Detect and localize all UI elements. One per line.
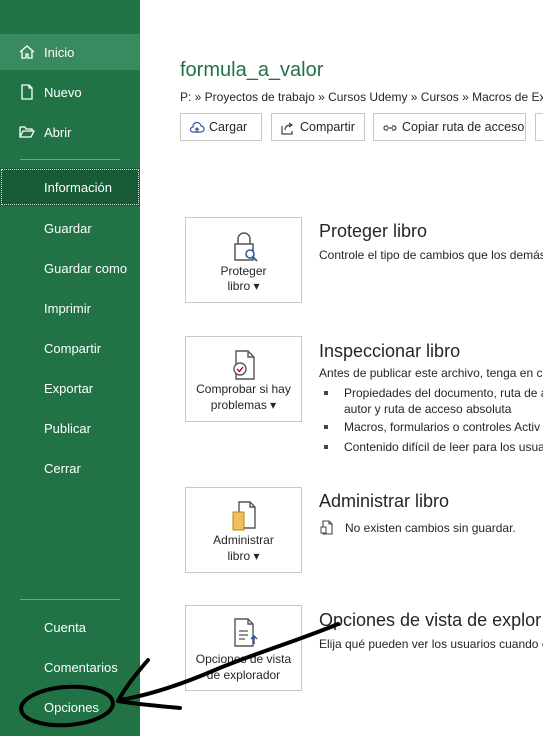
- bullet-dot: [324, 425, 328, 429]
- new-document-icon: [21, 84, 33, 100]
- check-issues-line1: Comprobar si hay: [196, 382, 291, 396]
- nav-publicar[interactable]: Publicar: [0, 410, 140, 446]
- bullet-dot: [324, 445, 328, 449]
- nav-opciones[interactable]: Opciones: [0, 689, 140, 725]
- sidebar-divider-bottom: [20, 599, 120, 600]
- copy-path-button[interactable]: Copiar ruta de acceso: [373, 113, 526, 141]
- manage-title: Administrar libro: [319, 491, 450, 511]
- nav-nuevo-label: Nuevo: [44, 84, 82, 100]
- manage-button-line2: libro ▾: [227, 549, 260, 563]
- backstage-sidebar: Inicio Nuevo Abrir Información Guardar G…: [0, 0, 140, 736]
- share-icon: [281, 122, 294, 135]
- nav-cuenta-label: Cuenta: [44, 619, 86, 635]
- manage-status: No existen cambios sin guardar.: [345, 521, 516, 535]
- bullet-text: Macros, formularios o controles Activ: [344, 420, 541, 434]
- bullet-text: autor y ruta de acceso absoluta: [344, 402, 512, 416]
- manage-workbook-button[interactable]: Administrar libro ▾: [185, 487, 302, 573]
- inspect-description: Antes de publicar este archivo, tenga en…: [319, 366, 543, 380]
- nav-inicio[interactable]: Inicio: [0, 34, 140, 70]
- browser-title: Opciones de vista de explor: [319, 610, 542, 630]
- lock-search-icon: [234, 232, 258, 262]
- nav-imprimir-label: Imprimir: [44, 300, 91, 316]
- sidebar-divider: [20, 159, 120, 160]
- document-title: formula_a_valor: [180, 59, 324, 81]
- home-icon: [19, 45, 35, 59]
- nav-abrir-label: Abrir: [44, 124, 72, 140]
- protect-title: Proteger libro: [319, 221, 428, 241]
- nav-guardar-como-label: Guardar como: [44, 260, 128, 276]
- bullet-text: Propiedades del documento, ruta de a: [344, 386, 543, 400]
- nav-abrir[interactable]: Abrir: [0, 114, 140, 150]
- open-folder-icon: [19, 126, 36, 138]
- browser-view-icon: [234, 618, 258, 647]
- nav-informacion-label: Información: [44, 179, 112, 195]
- nav-imprimir[interactable]: Imprimir: [0, 290, 140, 326]
- check-issues-line2: problemas ▾: [210, 398, 277, 412]
- nav-comentarios[interactable]: Comentarios: [0, 649, 140, 685]
- upload-label: Cargar: [209, 120, 248, 134]
- nav-guardar-como[interactable]: Guardar como: [0, 250, 140, 286]
- inspect-document-icon: [233, 350, 255, 380]
- browser-button-line2: de explorador: [206, 668, 281, 682]
- copy-path-label: Copiar ruta de acceso: [402, 120, 525, 134]
- nav-nuevo[interactable]: Nuevo: [0, 74, 140, 110]
- nav-compartir[interactable]: Compartir: [0, 330, 140, 366]
- upload-icon: [189, 121, 205, 133]
- link-icon: [383, 125, 397, 131]
- protect-button-line1: Proteger: [220, 264, 267, 278]
- nav-guardar[interactable]: Guardar: [0, 210, 140, 246]
- nav-exportar[interactable]: Exportar: [0, 370, 140, 406]
- more-button[interactable]: [535, 113, 543, 141]
- protect-workbook-button[interactable]: Proteger libro ▾: [185, 217, 302, 303]
- nav-guardar-label: Guardar: [44, 220, 92, 236]
- share-button[interactable]: Compartir: [271, 113, 365, 141]
- browser-view-options-button[interactable]: Opciones de vista de explorador: [185, 605, 302, 691]
- info-pane: formula_a_valor P: » Proyectos de trabaj…: [140, 0, 543, 736]
- document-icon: [320, 520, 333, 535]
- bullet-text: Contenido difícil de leer para los usua: [344, 440, 543, 454]
- breadcrumb[interactable]: P: » Proyectos de trabajo » Cursos Udemy…: [180, 90, 543, 104]
- check-issues-button[interactable]: Comprobar si hay problemas ▾: [185, 336, 302, 422]
- bullet-dot: [324, 391, 328, 395]
- nav-comentarios-label: Comentarios: [44, 659, 118, 675]
- browser-description: Elija qué pueden ver los usuarios cuando…: [319, 637, 543, 651]
- manage-button-line1: Administrar: [213, 533, 274, 547]
- nav-opciones-label: Opciones: [44, 699, 99, 715]
- inspect-title: Inspeccionar libro: [319, 341, 461, 361]
- protect-description: Controle el tipo de cambios que los demá…: [319, 248, 543, 262]
- nav-informacion[interactable]: Información: [0, 168, 140, 206]
- nav-exportar-label: Exportar: [44, 380, 94, 396]
- nav-cerrar-label: Cerrar: [44, 460, 81, 476]
- browser-button-line1: Opciones de vista: [195, 652, 292, 666]
- nav-publicar-label: Publicar: [44, 420, 91, 436]
- share-label: Compartir: [300, 120, 355, 134]
- manage-workbook-icon: [232, 501, 256, 531]
- protect-button-line2: libro ▾: [227, 279, 260, 293]
- upload-button[interactable]: Cargar: [180, 113, 262, 141]
- nav-inicio-label: Inicio: [44, 44, 75, 60]
- nav-cuenta[interactable]: Cuenta: [0, 609, 140, 645]
- nav-compartir-label: Compartir: [44, 340, 102, 356]
- nav-cerrar[interactable]: Cerrar: [0, 450, 140, 486]
